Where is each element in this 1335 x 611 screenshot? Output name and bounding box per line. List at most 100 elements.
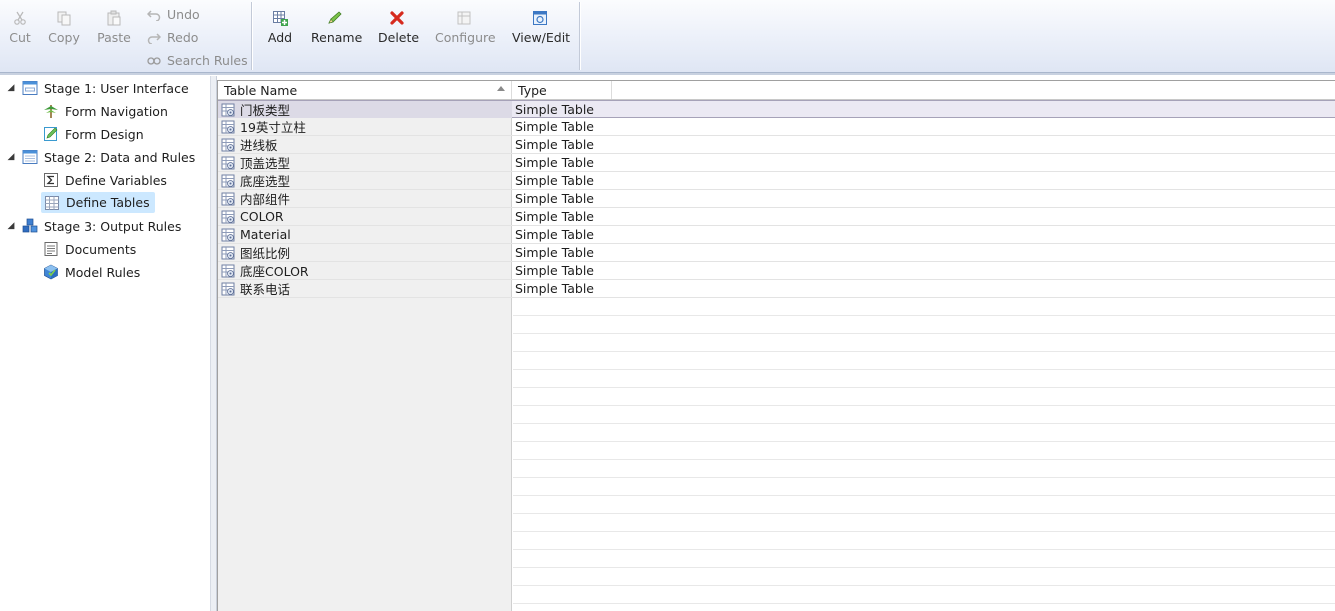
document-icon: [44, 242, 58, 256]
simple-table-icon: [221, 156, 235, 169]
form-edit-icon: [44, 127, 58, 141]
grid-rows: 门板类型 Simple Table 19英寸立柱 Simple Table 进线板 Sim…: [218, 100, 1335, 298]
undo-button[interactable]: Undo: [147, 5, 200, 23]
table-row[interactable]: 图纸比例 Simple Table: [218, 244, 1335, 262]
configure-button[interactable]: Configure: [435, 10, 496, 50]
tree-label: Stage 3: Output Rules: [44, 218, 182, 234]
table-name-label: 进线板: [240, 138, 278, 153]
expanded-caret-icon[interactable]: ◢: [6, 221, 16, 231]
view-edit-icon: [533, 11, 547, 25]
tree-item-form-design[interactable]: Form Design: [43, 124, 144, 144]
add-label: Add: [267, 30, 293, 45]
cut-label: Cut: [9, 30, 31, 45]
redo-label: Redo: [167, 29, 199, 45]
tree-item-stage-2[interactable]: ◢ Stage 2: Data and Rules: [6, 147, 196, 167]
table-name-cell[interactable]: COLOR: [218, 208, 512, 225]
paste-button[interactable]: Paste: [97, 10, 131, 50]
tree-item-documents[interactable]: Documents: [43, 239, 136, 259]
tree-item-stage-1[interactable]: ◢ Stage 1: User Interface: [6, 78, 189, 98]
table-name-cell[interactable]: 19英寸立柱: [218, 118, 512, 135]
table-row[interactable]: 19英寸立柱 Simple Table: [218, 118, 1335, 136]
simple-table-icon: [221, 120, 235, 133]
table-icon: [45, 195, 59, 210]
table-type-cell: Simple Table: [515, 155, 594, 170]
table-name-cell[interactable]: 进线板: [218, 136, 512, 153]
table-type-cell: Simple Table: [515, 173, 594, 188]
table-name-label: Material: [240, 227, 291, 242]
tree-item-form-navigation[interactable]: Form Navigation: [43, 101, 168, 121]
table-type-cell: Simple Table: [515, 119, 594, 134]
table-type-cell: Simple Table: [515, 227, 594, 242]
simple-table-icon: [221, 103, 235, 116]
table-row[interactable]: 顶盖选型 Simple Table: [218, 154, 1335, 172]
table-name-cell[interactable]: 联系电话: [218, 280, 512, 297]
table-row[interactable]: 门板类型 Simple Table: [218, 100, 1335, 118]
undo-label: Undo: [167, 6, 200, 22]
table-name-label: 底座选型: [240, 174, 291, 189]
table-type-cell: Simple Table: [515, 281, 594, 296]
sort-ascending-icon: [497, 86, 505, 91]
search-rules-label: Search Rules: [167, 52, 248, 68]
table-name-label: 19英寸立柱: [240, 120, 306, 135]
table-row[interactable]: 底座COLOR Simple Table: [218, 262, 1335, 280]
table-name-label: 底座COLOR: [240, 264, 309, 279]
table-name-cell[interactable]: Material: [218, 226, 512, 243]
tree-label: Model Rules: [65, 264, 141, 280]
table-name-cell[interactable]: 门板类型: [218, 101, 512, 118]
table-name-label: 顶盖选型: [240, 156, 291, 171]
expanded-caret-icon[interactable]: ◢: [6, 152, 16, 162]
tree-label: Documents: [65, 241, 137, 257]
table-name-label: 图纸比例: [240, 246, 291, 261]
tree-label: Stage 1: User Interface: [44, 80, 189, 96]
clipboard-icon: [107, 10, 121, 26]
table-row[interactable]: 进线板 Simple Table: [218, 136, 1335, 154]
rename-button[interactable]: Rename: [311, 10, 362, 50]
table-name-cell[interactable]: 图纸比例: [218, 244, 512, 261]
tree-item-model-rules[interactable]: Model Rules: [43, 262, 140, 282]
table-type-cell: Simple Table: [515, 209, 594, 224]
table-row[interactable]: COLOR Simple Table: [218, 208, 1335, 226]
table-name-label: COLOR: [240, 209, 284, 224]
table-type-cell: Simple Table: [515, 245, 594, 260]
table-name-cell[interactable]: 内部组件: [218, 190, 512, 207]
view-edit-label: View/Edit: [512, 30, 571, 45]
tree-icon: [44, 105, 58, 118]
simple-table-icon: [221, 282, 235, 295]
table-row[interactable]: Material Simple Table: [218, 226, 1335, 244]
scissors-icon: [14, 11, 26, 25]
delete-x-icon: [390, 11, 404, 25]
view-edit-button[interactable]: View/Edit: [512, 10, 571, 50]
redo-button[interactable]: Redo: [147, 28, 198, 46]
table-name-label: 内部组件: [240, 192, 291, 207]
table-row[interactable]: 联系电话 Simple Table: [218, 280, 1335, 298]
column-header-label: Table Name: [224, 82, 298, 98]
copy-label: Copy: [48, 30, 80, 45]
paste-label: Paste: [97, 30, 131, 45]
table-name-cell[interactable]: 底座选型: [218, 172, 512, 189]
tree-item-stage-3[interactable]: ◢ Stage 3: Output Rules: [6, 216, 182, 236]
redo-icon: [147, 33, 161, 44]
tree-item-define-variables[interactable]: Define Variables: [43, 170, 167, 190]
table-name-cell[interactable]: 底座COLOR: [218, 262, 512, 279]
expanded-caret-icon[interactable]: ◢: [6, 83, 16, 93]
table-row[interactable]: 底座选型 Simple Table: [218, 172, 1335, 190]
column-header-table-name[interactable]: Table Name: [218, 81, 512, 99]
cut-button[interactable]: Cut: [8, 10, 32, 50]
copy-button[interactable]: Copy: [48, 10, 80, 50]
tree-item-define-tables[interactable]: Define Tables: [41, 192, 155, 213]
tree-label: Form Design: [65, 126, 144, 142]
add-button[interactable]: Add: [266, 10, 294, 50]
undo-icon: [147, 10, 161, 21]
configure-label: Configure: [435, 30, 496, 45]
tree-label: Define Tables: [66, 195, 150, 210]
table-name-cell[interactable]: 顶盖选型: [218, 154, 512, 171]
sigma-icon: [44, 173, 58, 187]
table-type-cell: Simple Table: [515, 263, 594, 278]
column-header-type[interactable]: Type: [512, 81, 612, 99]
table-row[interactable]: 内部组件 Simple Table: [218, 190, 1335, 208]
delete-button[interactable]: Delete: [378, 10, 419, 50]
tree-label: Stage 2: Data and Rules: [44, 149, 196, 165]
tables-grid: Table Name Type 门板类型 Simple Table 19英寸立柱 Si…: [217, 80, 1335, 611]
search-rules-button[interactable]: Search Rules: [147, 51, 248, 69]
simple-table-icon: [221, 210, 235, 223]
